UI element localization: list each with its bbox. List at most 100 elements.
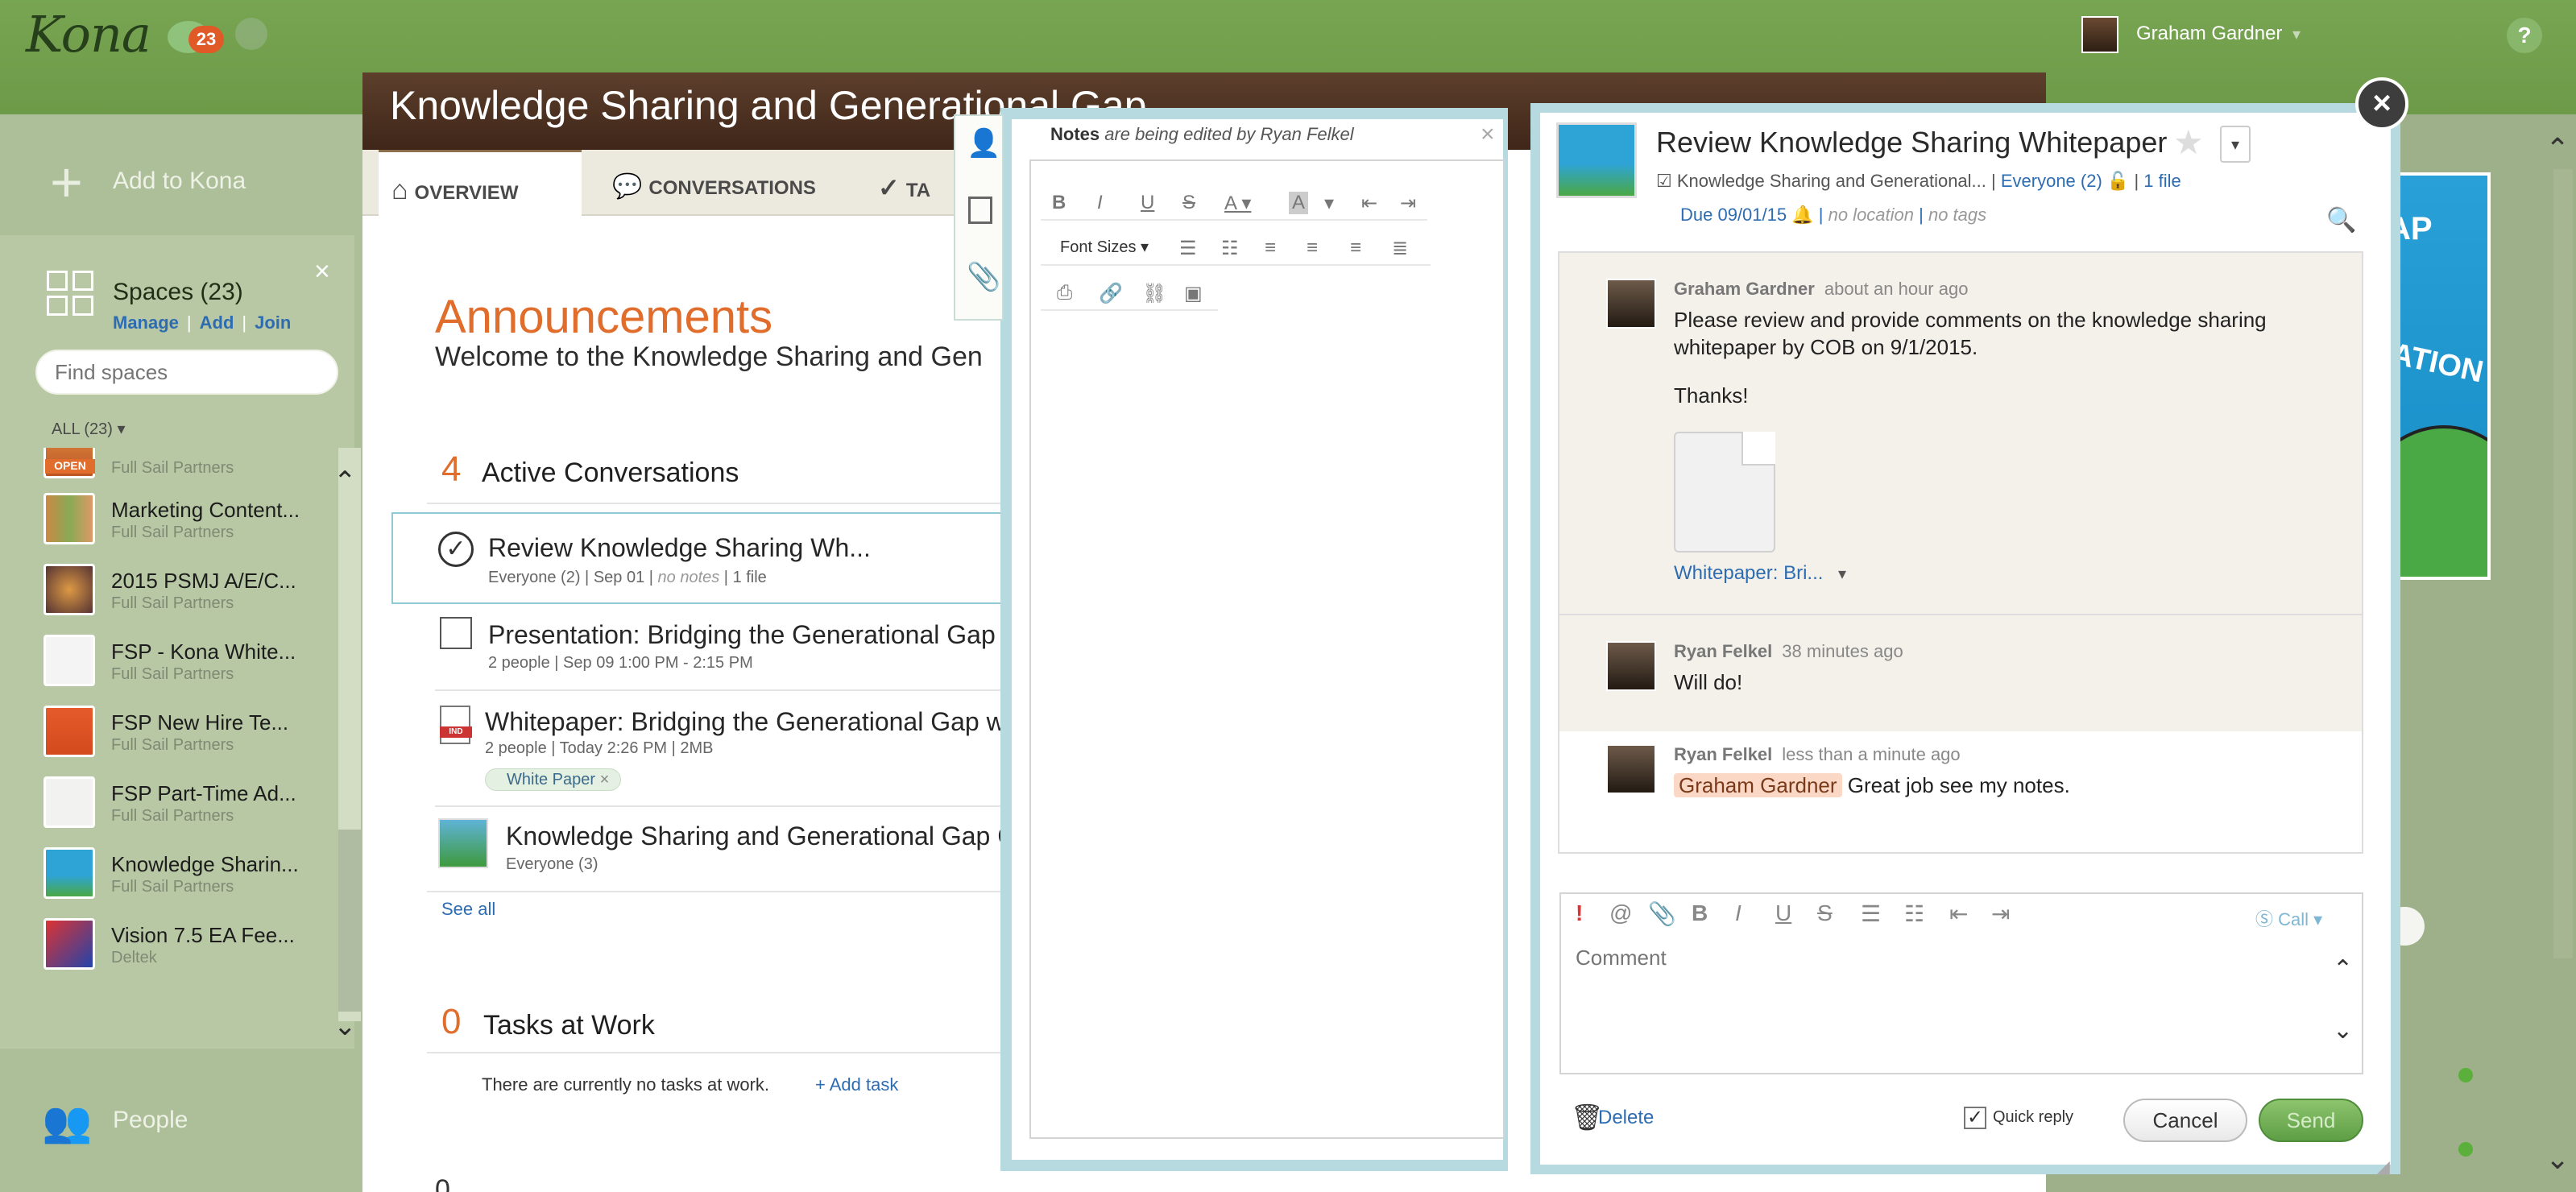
people-nav[interactable]: People <box>113 1107 188 1134</box>
justify-icon[interactable]: ≣ <box>1392 237 1408 260</box>
bullet-list-icon[interactable]: ☰ <box>1179 237 1197 260</box>
notification-badge[interactable]: 23 <box>188 26 224 53</box>
help-icon[interactable]: ? <box>2507 18 2542 53</box>
indent-icon[interactable]: ⇥ <box>1400 192 1416 215</box>
call-button[interactable]: Ⓢ Call ▾ <box>2255 905 2322 931</box>
send-button[interactable]: Send <box>2259 1099 2363 1142</box>
strikethrough-icon[interactable]: S <box>1817 900 1833 926</box>
close-icon[interactable]: × <box>314 256 330 288</box>
align-right-icon[interactable]: ≡ <box>1350 237 1361 259</box>
chevron-up-icon[interactable]: ⌃ <box>333 466 357 498</box>
audience-link[interactable]: Everyone (2) <box>2001 171 2102 191</box>
globe-icon[interactable] <box>235 18 267 50</box>
unlink-icon[interactable]: ⛓ <box>1142 282 1166 305</box>
kona-logo[interactable]: Kona <box>26 5 151 64</box>
files-link[interactable]: 1 file <box>2143 171 2180 191</box>
tab-conversations[interactable]: 💬 CONVERSATIONS <box>596 150 830 217</box>
space-filter-dropdown[interactable]: ALL (23) ▾ <box>52 419 126 439</box>
comment-input[interactable] <box>1576 946 2325 1066</box>
note-icon[interactable] <box>968 197 992 224</box>
user-menu[interactable]: Graham Gardner <box>2136 23 2282 45</box>
file-icon[interactable] <box>1674 432 1775 553</box>
conversation-meta: 2 people | Today 2:26 PM | 2MB <box>485 739 714 757</box>
bold-icon[interactable]: B <box>1692 900 1708 926</box>
align-center-icon[interactable]: ≡ <box>1307 237 1318 259</box>
add-task-link[interactable]: + Add task <box>815 1074 898 1095</box>
tag-badge[interactable]: White Paper × <box>485 768 622 791</box>
chevron-down-icon[interactable]: ⌄ <box>2545 1142 2570 1176</box>
search-icon[interactable]: 🔍 <box>2326 206 2356 234</box>
paperclip-icon[interactable]: 📎 <box>967 261 1000 293</box>
close-icon[interactable]: × <box>2355 77 2408 130</box>
tab-overview[interactable]: ⌂ OVERVIEW <box>379 150 582 217</box>
avatar[interactable] <box>1606 641 1656 691</box>
list-item[interactable]: 2015 PSMJ A/E/C... Full Sail Partners <box>40 564 338 635</box>
priority-icon[interactable]: ! <box>1576 900 1583 926</box>
list-item[interactable]: FSP New Hire Te... Full Sail Partners <box>40 706 338 776</box>
numbered-list-icon[interactable]: ☷ <box>1904 900 1924 927</box>
plus-icon[interactable]: + <box>50 154 83 210</box>
list-item[interactable]: Marketing Content... Full Sail Partners <box>40 493 338 564</box>
numbered-list-icon[interactable]: ☷ <box>1221 237 1239 260</box>
editor-toolbar: B I U S A ▾ A ▾ ⇤ ⇥ Font Sizes ▾ ☰ ☷ ≡ ≡… <box>1041 184 1431 321</box>
search-input[interactable] <box>35 350 338 395</box>
strikethrough-icon[interactable]: S <box>1182 192 1195 214</box>
resize-handle[interactable]: ◢ <box>2376 1157 2390 1178</box>
paperclip-icon[interactable]: 📎 <box>1648 900 1676 927</box>
quick-reply-checkbox[interactable]: ✓ <box>1964 1107 1986 1129</box>
bullet-list-icon[interactable]: ☰ <box>1861 900 1881 927</box>
add-to-kona-button[interactable]: Add to Kona <box>113 168 246 195</box>
font-size-dropdown[interactable]: Font Sizes ▾ <box>1060 237 1149 257</box>
close-icon[interactable]: × <box>1481 121 1495 148</box>
scrollbar[interactable] <box>2553 169 2573 958</box>
manage-link[interactable]: Manage <box>113 312 179 333</box>
image-icon[interactable]: ▣ <box>1184 282 1203 305</box>
list-item[interactable]: FSP - Kona White... Full Sail Partners <box>40 635 338 706</box>
chevron-up-icon[interactable]: ⌃ <box>2545 132 2570 166</box>
avatar[interactable] <box>1606 744 1656 794</box>
avatar[interactable] <box>1606 279 1656 329</box>
due-date[interactable]: Due 09/01/15 <box>1680 205 1787 225</box>
chevron-down-icon[interactable]: ⌄ <box>2333 1016 2353 1045</box>
actions-dropdown[interactable]: ▾ <box>2220 126 2251 163</box>
link-icon[interactable]: 🔗 <box>1099 282 1123 305</box>
add-space-link[interactable]: Add <box>200 312 234 333</box>
outdent-icon[interactable]: ⇤ <box>1949 900 1968 927</box>
list-item[interactable]: Knowledge Sharin... Full Sail Partners <box>40 847 338 918</box>
people-icon[interactable]: 👥 <box>42 1099 92 1146</box>
person-icon[interactable]: 👤 <box>967 127 1000 159</box>
chevron-up-icon[interactable]: ⌃ <box>2333 955 2353 983</box>
location-link[interactable]: no location <box>1828 205 1914 225</box>
chevron-down-icon[interactable]: ▾ <box>1324 192 1334 215</box>
join-link[interactable]: Join <box>255 312 291 333</box>
list-item[interactable]: Vision 7.5 EA Fee... Deltek <box>40 918 338 971</box>
cancel-button[interactable]: Cancel <box>2123 1099 2247 1142</box>
italic-icon[interactable]: I <box>1735 900 1741 926</box>
avatar[interactable] <box>2081 16 2118 53</box>
outdent-icon[interactable]: ⇤ <box>1361 192 1377 215</box>
indent-icon[interactable]: ⇥ <box>1991 900 2010 927</box>
font-color-icon[interactable]: A ▾ <box>1224 192 1251 215</box>
tags-link[interactable]: no tags <box>1928 205 1986 225</box>
align-left-icon[interactable]: ≡ <box>1265 237 1276 259</box>
chevron-down-icon[interactable]: ⌄ <box>333 1010 357 1042</box>
delete-button[interactable]: Delete <box>1598 1107 1654 1129</box>
list-item[interactable]: FSP Part-Time Ad... Full Sail Partners <box>40 776 338 847</box>
user-mention[interactable]: Graham Gardner <box>1674 773 1842 797</box>
mention-icon[interactable]: @ <box>1609 900 1632 926</box>
print-icon[interactable]: ⎙ <box>1057 282 1072 304</box>
chevron-down-icon[interactable]: ▾ <box>1838 564 1846 584</box>
underline-icon[interactable]: U <box>1141 192 1154 214</box>
attachment-link[interactable]: Whitepaper: Bri... <box>1674 562 1823 585</box>
conversation-title: Knowledge Sharing and Generational Gap C <box>506 822 1017 851</box>
underline-icon[interactable]: U <box>1775 900 1791 926</box>
conversation-title: Review Knowledge Sharing Wh... <box>488 533 871 562</box>
list-item[interactable]: OPEN Full Sail Partners <box>40 448 338 498</box>
chevron-down-icon[interactable]: ▾ <box>2292 24 2301 44</box>
highlight-icon[interactable]: A <box>1289 192 1309 214</box>
bold-icon[interactable]: B <box>1052 192 1066 214</box>
italic-icon[interactable]: I <box>1097 192 1103 214</box>
see-all-link[interactable]: See all <box>441 899 495 920</box>
star-icon[interactable]: ★ <box>2173 122 2204 162</box>
scrollbar-thumb[interactable] <box>338 830 361 1012</box>
